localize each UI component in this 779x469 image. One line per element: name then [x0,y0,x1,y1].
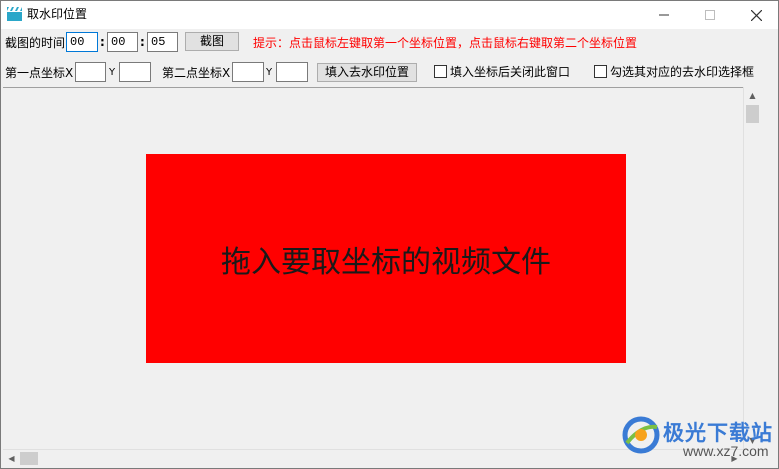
screenshot-button[interactable]: 截图 [185,32,239,51]
first-point-y-label: Y [109,67,116,78]
video-drop-zone[interactable]: 拖入要取坐标的视频文件 [146,154,626,363]
check-option-checkbox[interactable] [594,65,607,78]
clapperboard-icon [7,7,22,21]
drop-zone-text: 拖入要取坐标的视频文件 [221,244,551,280]
minutes-input[interactable] [107,32,138,52]
site-watermark: 极光下载站 www.xz7.com [621,413,776,465]
time-separator: : [100,35,105,49]
window-title: 取水印位置 [27,7,88,21]
title-bar: 取水印位置 [1,1,778,29]
aurora-logo-icon [622,416,660,454]
hours-input[interactable] [66,32,98,52]
capture-time-label: 截图的时间 [5,36,66,50]
close-after-fill-label[interactable]: 填入坐标后关闭此窗口 [450,65,570,79]
vertical-scroll-thumb[interactable] [746,105,759,123]
scroll-up-icon[interactable]: ▲ [744,87,761,104]
close-after-fill-checkbox[interactable] [434,65,447,78]
maximize-button[interactable] [687,1,733,29]
close-icon [750,9,762,21]
time-separator: : [140,35,145,49]
first-point-x-label: 第一点坐标X [5,66,74,80]
horizontal-scroll-thumb[interactable] [20,452,38,465]
maximize-icon [705,10,715,20]
first-point-y-input[interactable] [119,62,151,82]
second-point-x-input[interactable] [232,62,264,82]
first-point-x-input[interactable] [75,62,106,82]
second-point-x-label: 第二点坐标X [162,66,231,80]
minimize-icon [659,14,669,16]
close-button[interactable] [733,1,779,29]
scroll-left-icon[interactable]: ◀ [3,450,20,467]
vertical-scrollbar[interactable]: ▲ ▼ [743,87,760,449]
check-option-label[interactable]: 勾选其对应的去水印选择框 [610,65,754,79]
watermark-url: www.xz7.com [683,443,769,459]
seconds-input[interactable] [147,32,178,52]
hint-text: 提示：点击鼠标左键取第一个坐标位置，点击鼠标右键取第二个坐标位置 [253,36,638,50]
second-point-y-label: Y [266,67,273,78]
minimize-button[interactable] [641,1,687,29]
second-point-y-input[interactable] [276,62,308,82]
app-window: 取水印位置 截图的时间 : : 截图 提示：点击鼠标左键取第一个坐标位置，点击鼠… [0,0,779,469]
fill-position-button[interactable]: 填入去水印位置 [317,63,417,82]
